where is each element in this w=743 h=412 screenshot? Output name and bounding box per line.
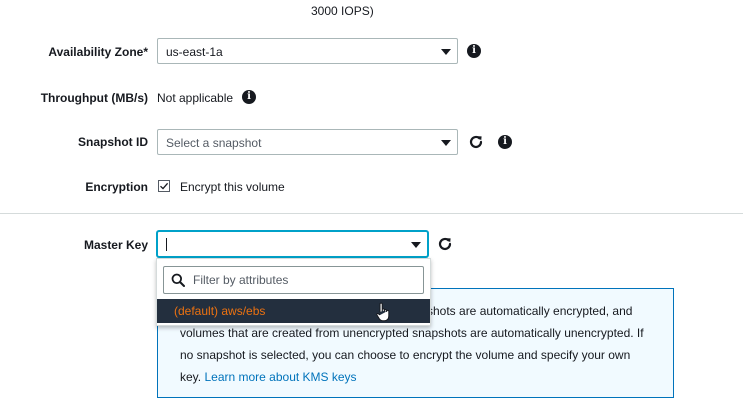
info-icon[interactable]: i <box>498 135 512 149</box>
refresh-icon[interactable] <box>467 133 485 151</box>
chevron-down-icon <box>441 49 451 55</box>
chevron-down-icon <box>441 140 451 146</box>
chevron-down-icon <box>411 242 421 248</box>
throughput-value: Not applicable <box>157 91 234 105</box>
search-icon <box>171 273 185 287</box>
info-line-1: shots are automatically encrypted, and <box>427 304 633 318</box>
option-label: (default) aws/ebs <box>174 304 266 318</box>
master-key-label: Master Key <box>83 238 148 252</box>
filter-placeholder: Filter by attributes <box>193 273 289 287</box>
snapshot-select[interactable]: Select a snapshot <box>157 129 458 155</box>
section-divider <box>0 213 743 214</box>
snapshot-placeholder: Select a snapshot <box>166 136 262 150</box>
availability-zone-value: us-east-1a <box>166 45 223 59</box>
master-key-dropdown: Filter by attributes (default) aws/ebs <box>156 258 431 326</box>
hand-pointer-icon <box>376 302 390 322</box>
throughput-label: Throughput (MB/s) <box>40 91 148 105</box>
kms-learn-more-link[interactable]: Learn more about KMS keys <box>204 370 356 384</box>
encrypt-volume-label[interactable]: Encrypt this volume <box>180 180 285 194</box>
refresh-icon[interactable] <box>436 235 454 253</box>
master-key-select[interactable] <box>157 231 428 257</box>
info-icon[interactable]: i <box>467 44 481 58</box>
encryption-label: Encryption <box>85 180 148 194</box>
checkbox-icon[interactable] <box>158 180 170 192</box>
info-line-3: no snapshot is selected, you can choose … <box>180 348 631 362</box>
availability-zone-select[interactable]: us-east-1a <box>157 38 458 64</box>
snapshot-id-label: Snapshot ID <box>77 135 148 149</box>
iops-text: 3000 IOPS) <box>311 4 374 18</box>
info-key-text: key. <box>180 370 202 384</box>
info-line-4: key. Learn more about KMS keys <box>180 366 357 388</box>
filter-input[interactable]: Filter by attributes <box>163 266 424 294</box>
availability-zone-label: Availability Zone* <box>48 45 148 59</box>
text-cursor <box>166 238 167 251</box>
info-icon[interactable]: i <box>242 90 256 104</box>
dropdown-option-default-aws-ebs[interactable]: (default) aws/ebs <box>157 299 430 323</box>
